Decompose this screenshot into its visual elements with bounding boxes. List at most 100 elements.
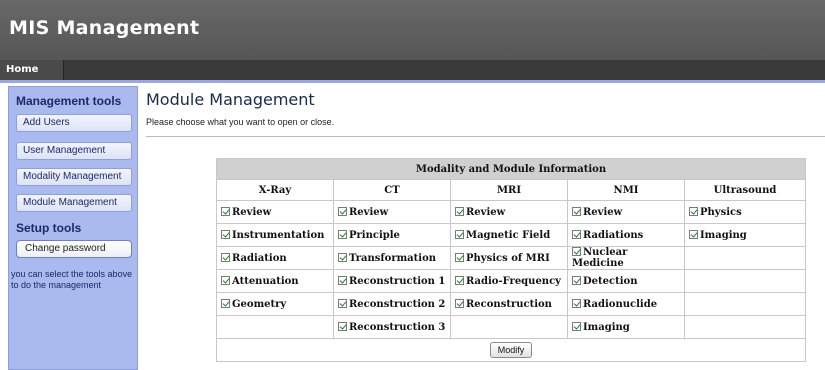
module-label: Physics (700, 206, 742, 218)
column-header-ct: CT (333, 179, 451, 201)
module-management-button[interactable]: Module Management (16, 194, 132, 212)
module-label: Radionuclide (583, 298, 658, 310)
module-label: Review (232, 206, 272, 218)
module-cell: Radionuclide (567, 292, 685, 316)
modify-row: Modify (216, 338, 806, 362)
module-label: Radiations (583, 229, 644, 241)
module-cell (216, 315, 334, 339)
module-cell (684, 246, 806, 270)
module-label: Imaging (700, 229, 747, 241)
nav-bar: Home (0, 60, 825, 80)
module-checkbox[interactable] (338, 298, 347, 308)
module-label: Reconstruction 1 (349, 275, 446, 287)
module-cell (684, 315, 806, 339)
table-row: Reconstruction 3 Imaging (216, 315, 806, 339)
module-cell: Magnetic Field (450, 223, 568, 247)
module-cell: Reconstruction (450, 292, 568, 316)
module-label: Principle (349, 229, 400, 241)
module-checkbox[interactable] (338, 275, 347, 285)
module-label: Attenuation (232, 275, 299, 287)
nav-divider (0, 80, 825, 83)
table-caption: Modality and Module Information (216, 158, 806, 180)
module-checkbox[interactable] (455, 275, 464, 285)
module-cell (684, 269, 806, 293)
app-title: MIS Management (9, 17, 200, 39)
module-label: Physics of MRI (466, 252, 550, 264)
module-checkbox[interactable] (221, 206, 230, 216)
module-cell: Reconstruction 2 (333, 292, 451, 316)
module-label: Radiation (232, 252, 287, 264)
add-users-button[interactable]: Add Users (16, 114, 132, 132)
module-cell: Radiations (567, 223, 685, 247)
setup-tools-heading: Setup tools (16, 221, 82, 235)
module-checkbox[interactable] (572, 206, 581, 216)
module-checkbox[interactable] (338, 229, 347, 239)
module-cell (684, 292, 806, 316)
module-cell: Radio-Frequency (450, 269, 568, 293)
module-checkbox[interactable] (572, 275, 581, 285)
module-checkbox[interactable] (221, 298, 230, 308)
table-row: Radiation Transformation Physics of MRI Nuc… (216, 246, 806, 270)
change-password-button[interactable]: Change password (16, 240, 132, 258)
module-cell: Review (333, 200, 451, 224)
table-row: Review Review Review Review Physics (216, 200, 806, 224)
app-header: MIS Management (0, 0, 825, 60)
module-label: Instrumentation (232, 229, 325, 241)
module-checkbox[interactable] (455, 229, 464, 239)
module-cell: Transformation (333, 246, 451, 270)
module-checkbox[interactable] (572, 298, 581, 308)
module-cell: Attenuation (216, 269, 334, 293)
module-label: Review (466, 206, 506, 218)
modify-cell: Modify (216, 338, 806, 362)
module-cell: Radiation (216, 246, 334, 270)
module-checkbox[interactable] (572, 321, 581, 331)
module-label: Reconstruction 3 (349, 321, 446, 333)
column-header-ultrasound: Ultrasound (684, 179, 806, 201)
module-cell: Imaging (567, 315, 685, 339)
module-label: Reconstruction 2 (349, 298, 446, 310)
module-checkbox[interactable] (689, 206, 698, 216)
nav-home-link[interactable]: Home (0, 60, 64, 80)
module-cell: Review (450, 200, 568, 224)
module-checkbox[interactable] (338, 252, 347, 262)
module-cell: Physics of MRI (450, 246, 568, 270)
instruction-text: Please choose what you want to open or c… (146, 117, 335, 127)
module-cell (450, 315, 568, 339)
module-cell: Detection (567, 269, 685, 293)
module-checkbox[interactable] (572, 229, 581, 239)
module-cell: Reconstruction 3 (333, 315, 451, 339)
module-label: Review (349, 206, 389, 218)
modality-management-button[interactable]: Modality Management (16, 168, 132, 186)
module-checkbox[interactable] (455, 252, 464, 262)
module-label: Imaging (583, 321, 630, 333)
module-label: Transformation (349, 252, 437, 264)
module-checkbox[interactable] (338, 321, 347, 331)
column-header-nmi: NMI (567, 179, 685, 201)
module-label: Reconstruction (466, 298, 552, 310)
sidebar-note: you can select the tools above to do the… (11, 269, 133, 290)
module-cell: Geometry (216, 292, 334, 316)
modify-button[interactable]: Modify (489, 342, 533, 358)
table-row: Geometry Reconstruction 2 Reconstruction Ra… (216, 292, 806, 316)
sidebar: Management tools Add Users User Manageme… (8, 86, 138, 370)
module-checkbox[interactable] (221, 275, 230, 285)
module-rows: Review Review Review Review Physics Instrumen… (216, 200, 806, 339)
module-cell: Imaging (684, 223, 806, 247)
module-cell: Physics (684, 200, 806, 224)
module-checkbox[interactable] (338, 206, 347, 216)
module-checkbox[interactable] (221, 229, 230, 239)
table-row: Attenuation Reconstruction 1 Radio-Frequen… (216, 269, 806, 293)
column-header-mri: MRI (450, 179, 568, 201)
module-cell: Instrumentation (216, 223, 334, 247)
module-label: Radio-Frequency (466, 275, 561, 287)
module-checkbox[interactable] (689, 229, 698, 239)
module-checkbox[interactable] (455, 206, 464, 216)
module-checkbox[interactable] (221, 252, 230, 262)
table-row: Instrumentation Principle Magnetic Field Ra… (216, 223, 806, 247)
module-cell: Nuclear Medicine (567, 246, 685, 270)
module-checkbox[interactable] (455, 298, 464, 308)
module-checkbox[interactable] (572, 247, 581, 256)
module-label: Review (583, 206, 623, 218)
user-management-button[interactable]: User Management (16, 142, 132, 160)
modality-module-table: Modality and Module Information X-Ray CT… (216, 158, 806, 362)
